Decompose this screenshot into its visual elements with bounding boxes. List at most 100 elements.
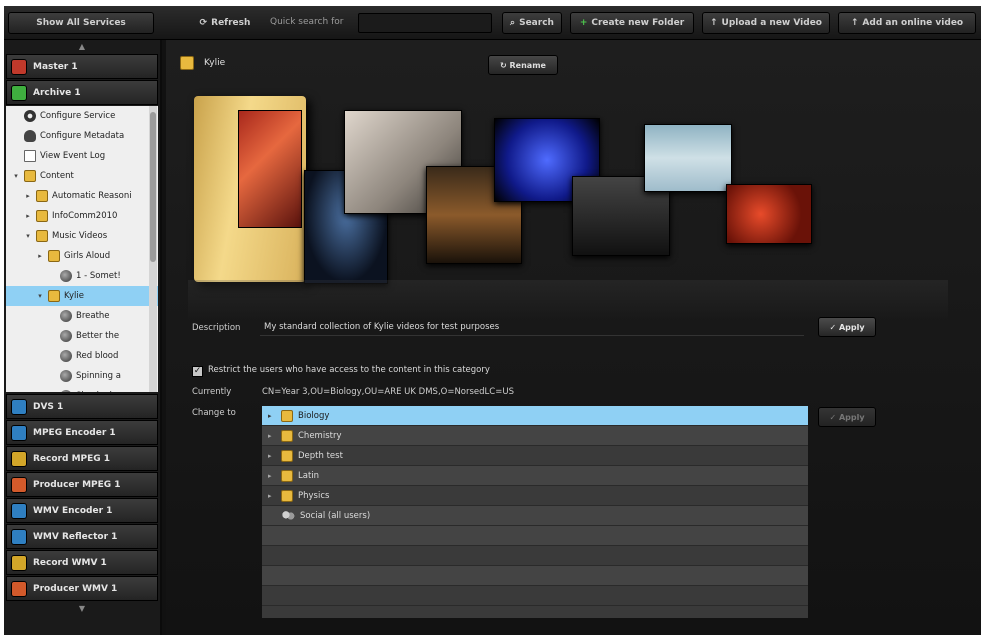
expand-arrow-icon[interactable]: ▸ — [268, 412, 276, 420]
upload-video-label: Upload a new Video — [721, 18, 822, 28]
group-item[interactable]: ▸ Physics — [262, 486, 808, 506]
rename-button[interactable]: ↻ Rename — [488, 55, 558, 75]
expand-arrow-icon[interactable]: ▸ — [268, 452, 276, 460]
service-icon — [11, 58, 27, 75]
archive-tree: Configure Service Configure Metadata View … — [6, 106, 158, 392]
expand-arrow-icon[interactable]: ▸ — [268, 472, 276, 480]
main-panel: Kylie ↻ Rename Description My standard c… — [166, 40, 981, 635]
video-thumbnail[interactable] — [726, 184, 812, 244]
quick-search-label: Quick search for — [270, 17, 344, 27]
tree-item[interactable]: View Event Log — [6, 146, 158, 166]
upload-arrow-icon: ↑ — [850, 18, 859, 28]
tree-item[interactable]: ▸ Automatic Reasoni — [6, 186, 158, 206]
apply-description-button[interactable]: ✓ Apply — [818, 317, 876, 337]
service-item[interactable]: Record WMV 1 — [6, 550, 158, 575]
folder-icon — [48, 250, 60, 262]
service-icon — [11, 502, 27, 519]
service-icon — [11, 580, 27, 597]
tree-item[interactable]: ▾ Content — [6, 166, 158, 186]
apply-change-button[interactable]: ✓ Apply — [818, 407, 876, 427]
tree-scrollbar[interactable] — [149, 106, 157, 392]
service-item[interactable]: MPEG Encoder 1 — [6, 420, 158, 445]
expand-arrow-icon[interactable]: ▸ — [36, 252, 44, 260]
service-icon — [11, 528, 27, 545]
scroll-up-arrow-icon[interactable]: ▲ — [4, 40, 160, 54]
tree-rows: Configure Service Configure Metadata View … — [6, 106, 158, 392]
tree-item-label: Girls Aloud — [64, 251, 111, 261]
tree-item-label: 1 - Somet! — [76, 271, 121, 281]
service-item[interactable]: Record MPEG 1 — [6, 446, 158, 471]
group-item[interactable]: ▸ Latin — [262, 466, 808, 486]
restrict-users-checkbox[interactable]: ✓ — [192, 366, 203, 377]
description-field[interactable]: My standard collection of Kylie videos f… — [260, 318, 804, 336]
tree-scrollbar-thumb[interactable] — [150, 112, 156, 262]
collapse-arrow-icon[interactable]: ▾ — [12, 172, 20, 180]
folder-icon — [281, 489, 293, 502]
tree-item[interactable]: 1 - Somet! — [6, 266, 158, 286]
empty-row — [262, 586, 808, 606]
tree-item[interactable]: Better the — [6, 326, 158, 346]
service-item[interactable]: Producer MPEG 1 — [6, 472, 158, 497]
tree-item-label: Configure Metadata — [40, 131, 125, 141]
expand-arrow-icon[interactable]: ▸ — [24, 192, 32, 200]
tree-item[interactable]: Breathe — [6, 306, 158, 326]
expand-arrow-icon[interactable]: ▸ — [268, 492, 276, 500]
search-button-label: Search — [519, 18, 554, 28]
collapse-arrow-icon[interactable]: ▾ — [36, 292, 44, 300]
group-item[interactable]: ▸ Biology — [262, 406, 808, 426]
service-item[interactable]: Producer WMV 1 — [6, 576, 158, 601]
folder-icon — [36, 230, 48, 242]
group-item-label: Physics — [298, 490, 330, 501]
service-item[interactable]: Archive 1 — [6, 80, 158, 105]
create-folder-button[interactable]: + Create new Folder — [570, 12, 694, 34]
add-online-video-button[interactable]: ↑ Add an online video — [838, 12, 976, 34]
collapse-arrow-icon[interactable]: ▾ — [24, 232, 32, 240]
tree-item[interactable]: Spinning a — [6, 366, 158, 386]
open-folder-graphic — [194, 96, 306, 282]
document-icon — [24, 150, 36, 162]
search-input[interactable] — [358, 13, 492, 33]
tree-item-label: Kylie — [64, 291, 84, 301]
folder-title: Kylie — [204, 58, 226, 68]
scroll-down-arrow-icon[interactable]: ▼ — [4, 602, 160, 616]
group-item[interactable]: Social (all users) — [262, 506, 808, 526]
expand-arrow-icon[interactable]: ▸ — [24, 212, 32, 220]
service-item[interactable]: DVS 1 — [6, 394, 158, 419]
expand-arrow-icon[interactable]: ▸ — [268, 432, 276, 440]
refresh-button[interactable]: ⟳ Refresh — [194, 12, 256, 34]
tree-item[interactable]: Shocked — [6, 386, 158, 392]
top-toolbar: Show All Services ⟳ Refresh Quick search… — [4, 6, 981, 40]
tree-item-label: Shocked — [76, 391, 112, 392]
service-label: WMV Encoder 1 — [33, 505, 113, 516]
change-to-label: Change to — [192, 408, 236, 418]
group-item[interactable]: ▸ Chemistry — [262, 426, 808, 446]
folder-icon — [48, 290, 60, 302]
video-carousel[interactable] — [188, 92, 828, 302]
folder-icon — [281, 469, 293, 482]
tree-item[interactable]: Red blood — [6, 346, 158, 366]
service-icon — [11, 554, 27, 571]
tree-item[interactable]: ▾ Kylie — [6, 286, 158, 306]
service-item[interactable]: WMV Encoder 1 — [6, 498, 158, 523]
tree-item-label: Spinning a — [76, 371, 121, 381]
app-window: Show All Services ⟳ Refresh Quick search… — [4, 6, 981, 635]
show-all-services-button[interactable]: Show All Services — [8, 12, 154, 34]
tree-item[interactable]: ▾ Music Videos — [6, 226, 158, 246]
group-item[interactable]: ▸ Depth test — [262, 446, 808, 466]
service-icon — [11, 398, 27, 415]
tree-item[interactable]: ▸ InfoComm2010 — [6, 206, 158, 226]
tree-item[interactable]: ▸ Girls Aloud — [6, 246, 158, 266]
upload-video-button[interactable]: ↑ Upload a new Video — [702, 12, 830, 34]
tree-item[interactable]: Configure Service — [6, 106, 158, 126]
service-item[interactable]: Master 1 — [6, 54, 158, 79]
tree-item[interactable]: Configure Metadata — [6, 126, 158, 146]
folder-icon — [281, 449, 293, 462]
video-thumbnail[interactable] — [238, 110, 302, 228]
rename-label: Rename — [509, 60, 546, 70]
users-icon — [281, 509, 295, 522]
group-item-label: Biology — [298, 410, 330, 421]
video-thumbnail[interactable] — [644, 124, 732, 192]
search-button[interactable]: ⌕ Search — [502, 12, 562, 34]
service-label: Record MPEG 1 — [33, 453, 111, 464]
service-item[interactable]: WMV Reflector 1 — [6, 524, 158, 549]
